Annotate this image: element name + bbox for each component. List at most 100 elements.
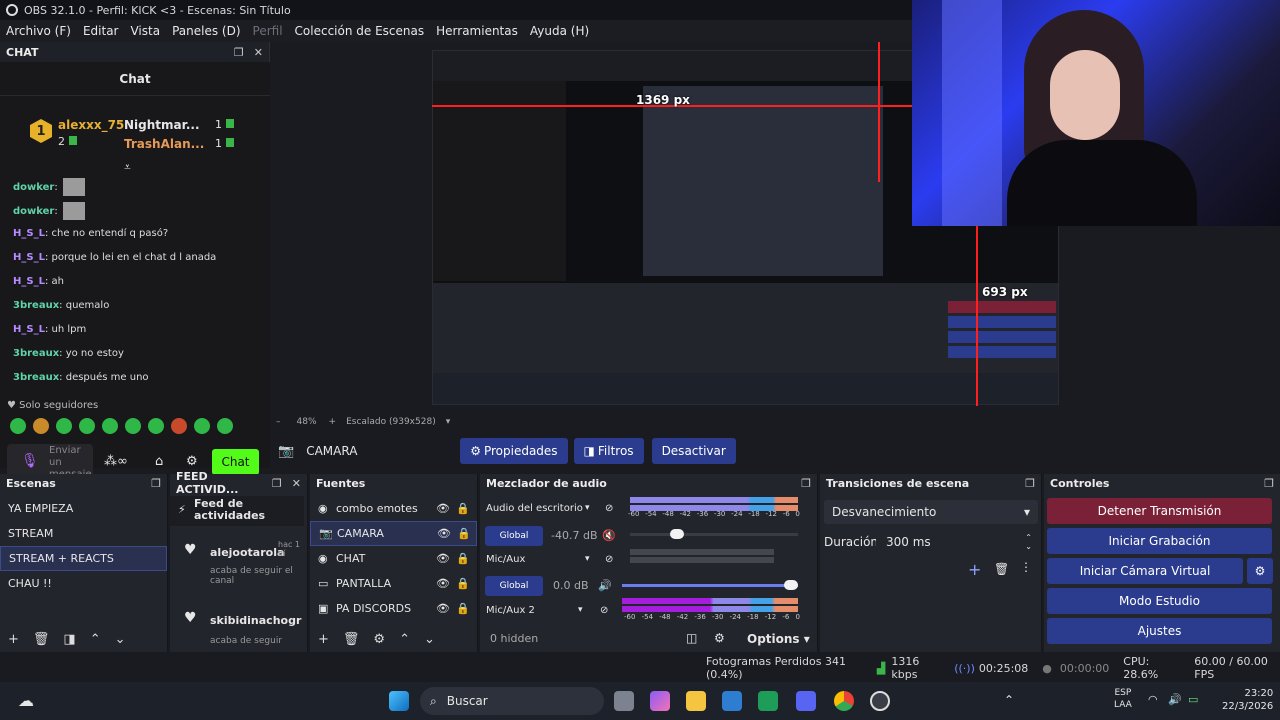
battery-icon[interactable]: ▭ — [1188, 693, 1198, 706]
mixer-options-button[interactable]: Options ▾ — [747, 632, 810, 646]
weather-icon[interactable]: ☁ — [18, 691, 34, 710]
discord-icon[interactable] — [796, 691, 816, 711]
transition-select[interactable]: Desvanecimiento ▾ — [824, 500, 1038, 524]
camera-source[interactable] — [912, 0, 1280, 226]
excel-icon[interactable] — [758, 691, 778, 711]
close-icon[interactable]: ✕ — [292, 477, 301, 490]
remove-source-button[interactable]: 🗑 — [343, 632, 360, 647]
language-indicator[interactable]: ESP LAA — [1114, 687, 1132, 711]
chrome-icon[interactable] — [834, 691, 854, 711]
transition-menu-icon[interactable]: ⋮ — [1020, 560, 1032, 574]
zoom-out-button[interactable]: – — [276, 417, 281, 427]
file-explorer-icon[interactable] — [686, 691, 706, 711]
volume-slider[interactable] — [630, 533, 798, 536]
gear-icon[interactable]: ⚙ — [186, 454, 198, 469]
filters-button[interactable]: ◨ Filtros — [573, 438, 644, 464]
word-icon[interactable] — [722, 691, 742, 711]
lock-icon[interactable]: 🔒 — [456, 602, 470, 615]
visibility-eye-icon[interactable]: 👁 — [436, 502, 450, 515]
add-scene-button[interactable]: + — [8, 632, 19, 647]
float-icon[interactable]: ❐ — [272, 477, 282, 490]
close-icon[interactable]: ✕ — [254, 46, 263, 59]
add-transition-button[interactable]: + — [968, 560, 981, 579]
source-properties-gear-icon[interactable]: ⚙ — [373, 632, 385, 647]
wifi-icon[interactable]: ◠ — [1148, 693, 1158, 706]
menu-coleccion-escenas[interactable]: Colección de Escenas — [295, 24, 425, 38]
layout-toggle-icon[interactable]: ◫ — [686, 631, 697, 645]
deactivate-button[interactable]: Desactivar — [651, 438, 736, 464]
menu-paneles[interactable]: Paneles (D) — [172, 24, 240, 38]
menu-editar[interactable]: Editar — [83, 24, 119, 38]
unlink-icon[interactable]: ⊘ — [605, 503, 613, 514]
task-view-icon[interactable] — [614, 691, 634, 711]
tray-expand-icon[interactable]: ⌃ — [1004, 693, 1014, 707]
emote-row[interactable] — [10, 418, 240, 434]
scene-item-selected[interactable]: STREAM + REACTS — [0, 546, 167, 571]
stepper-icon[interactable]: ⌃ ⌄ — [1025, 533, 1032, 551]
volume-slider-knob[interactable] — [670, 529, 684, 539]
advanced-audio-icon[interactable]: ⚙ — [714, 631, 725, 645]
start-virtual-camera-button[interactable]: Iniciar Cámara Virtual — [1047, 558, 1243, 584]
channel-menu-icon[interactable]: ▾ — [585, 503, 590, 513]
zoom-in-button[interactable]: + — [329, 417, 337, 427]
source-item[interactable]: ◉ combo emotes 👁 🔒 — [310, 496, 477, 521]
menu-perfil[interactable]: Perfil — [253, 24, 283, 38]
muted-speaker-icon[interactable]: 🔇 — [602, 529, 616, 542]
menu-ayuda[interactable]: Ayuda (H) — [530, 24, 589, 38]
move-down-icon[interactable]: ⌄ — [424, 632, 435, 647]
scene-item[interactable]: STREAM — [0, 521, 167, 546]
source-item[interactable]: ▣ PA DISCORDS 👁 🔒 — [310, 596, 477, 621]
unlink-icon[interactable]: ⊘ — [605, 554, 613, 565]
volume-slider[interactable] — [622, 584, 798, 587]
lock-icon[interactable]: 🔒 — [456, 577, 470, 590]
store-icon[interactable]: ⌂ — [155, 454, 163, 469]
channel-menu-icon[interactable]: ▾ — [585, 554, 590, 564]
properties-button[interactable]: ⚙ Propiedades — [460, 438, 568, 464]
clock[interactable]: 23:20 22/3/2026 — [1222, 687, 1273, 713]
global-mode-button[interactable]: Global — [485, 526, 543, 546]
float-icon[interactable]: ❐ — [1264, 477, 1274, 490]
volume-icon[interactable]: 🔊 — [1168, 693, 1182, 706]
studio-mode-button[interactable]: Modo Estudio — [1047, 588, 1272, 614]
remove-scene-button[interactable]: 🗑 — [33, 632, 50, 647]
emote-picker-icon[interactable]: ⁂∞ — [104, 454, 128, 469]
mic-icon[interactable]: 🎙 — [21, 453, 39, 469]
global-mode-button[interactable]: Global — [485, 576, 543, 596]
visibility-eye-icon[interactable]: 👁 — [436, 552, 450, 565]
source-item-selected[interactable]: 📷 CAMARA 👁 🔒 — [310, 521, 477, 546]
channel-menu-icon[interactable]: ▾ — [578, 605, 583, 615]
add-source-button[interactable]: + — [318, 632, 329, 647]
remove-transition-button[interactable]: 🗑 — [994, 562, 1009, 576]
float-icon[interactable]: ❐ — [234, 46, 244, 59]
float-icon[interactable]: ❐ — [1025, 477, 1035, 490]
float-icon[interactable]: ❐ — [801, 477, 811, 490]
speaker-icon[interactable]: 🔊 — [598, 579, 612, 592]
taskbar-search[interactable]: ⌕ Buscar — [420, 687, 604, 715]
menu-vista[interactable]: Vista — [130, 24, 160, 38]
duration-spinbox[interactable]: 300 ms ⌃ ⌄ — [876, 530, 1038, 554]
lock-icon[interactable]: 🔒 — [456, 502, 470, 515]
visibility-eye-icon[interactable]: 👁 — [436, 602, 450, 615]
unlink-icon[interactable]: ⊘ — [600, 605, 608, 616]
menu-herramientas[interactable]: Herramientas — [436, 24, 518, 38]
float-icon[interactable]: ❐ — [151, 477, 161, 490]
virtual-camera-settings-gear-icon[interactable]: ⚙ — [1247, 558, 1273, 584]
move-up-icon[interactable]: ⌃ — [399, 632, 410, 647]
start-recording-button[interactable]: Iniciar Grabación — [1047, 528, 1272, 554]
scene-item[interactable]: CHAU !! — [0, 571, 167, 596]
source-item[interactable]: ▭ PANTALLA 👁 🔒 — [310, 571, 477, 596]
move-up-icon[interactable]: ⌃ — [90, 632, 101, 647]
windows-start-icon[interactable] — [389, 691, 409, 711]
volume-slider-knob[interactable] — [784, 580, 798, 590]
visibility-eye-icon[interactable]: 👁 — [437, 527, 451, 540]
scaling-dropdown-icon[interactable]: ▾ — [446, 417, 451, 427]
obs-taskbar-icon[interactable] — [870, 691, 890, 711]
scene-item[interactable]: YA EMPIEZA — [0, 496, 167, 521]
collapse-icon[interactable]: ⩡ — [124, 160, 131, 175]
lock-icon[interactable]: 🔒 — [457, 527, 471, 540]
copilot-icon[interactable] — [650, 691, 670, 711]
source-item[interactable]: ◉ CHAT 👁 🔒 — [310, 546, 477, 571]
settings-button[interactable]: Ajustes — [1047, 618, 1272, 644]
lock-icon[interactable]: 🔒 — [456, 552, 470, 565]
menu-archivo[interactable]: Archivo (F) — [6, 24, 71, 38]
